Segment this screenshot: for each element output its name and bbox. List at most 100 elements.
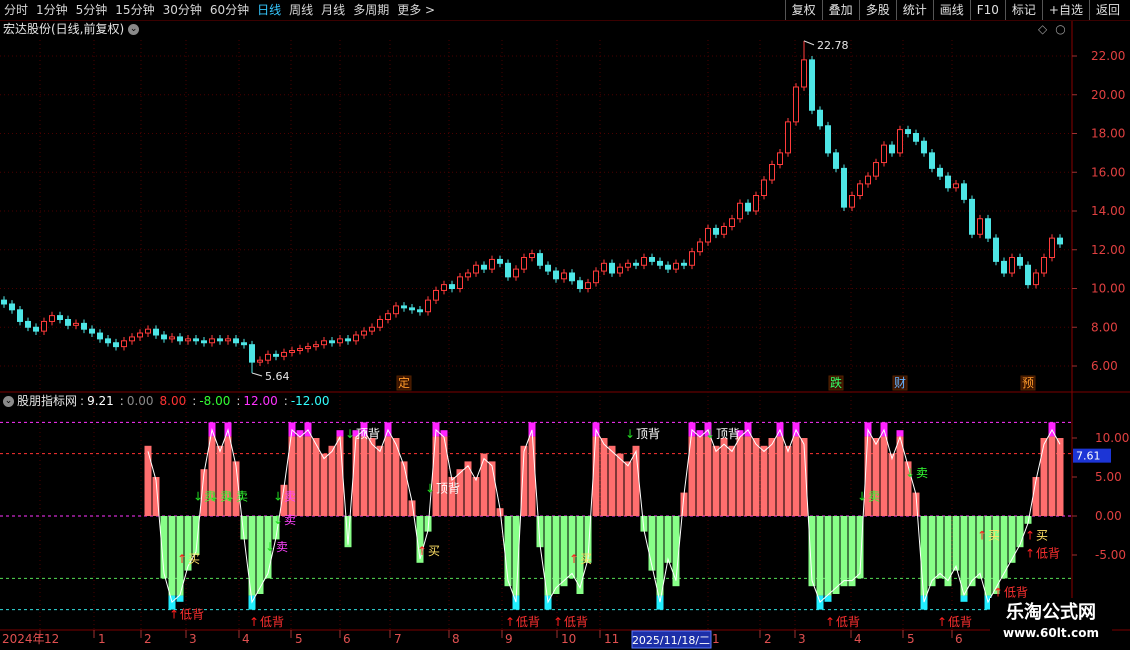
candle[interactable] [929,152,935,169]
chevron-circle-icon[interactable]: ⌄ [128,24,140,35]
candle[interactable] [169,336,175,340]
candle[interactable] [57,315,63,320]
candle[interactable] [265,353,271,361]
candle[interactable] [433,289,439,301]
candle[interactable] [505,262,511,278]
candle[interactable] [801,59,807,88]
candle[interactable] [1009,257,1015,274]
candle[interactable] [825,125,831,154]
candle[interactable] [849,195,855,208]
candle[interactable] [33,326,39,332]
candle[interactable] [625,262,631,268]
candle[interactable] [377,319,383,328]
candle[interactable] [289,350,295,353]
candle[interactable] [185,338,191,342]
candle[interactable] [609,262,615,274]
candle[interactable] [441,284,447,291]
candle[interactable] [425,299,431,313]
candle[interactable] [985,218,991,239]
tab-60min[interactable]: 60分钟 [210,0,249,20]
candle[interactable] [489,258,495,270]
candle[interactable] [617,266,623,274]
candle[interactable] [545,264,551,272]
candle[interactable] [297,348,303,351]
candle[interactable] [1001,260,1007,274]
tab-15min[interactable]: 15分钟 [115,0,154,20]
candle[interactable] [73,322,79,326]
tab-intraday[interactable]: 分时 [4,0,28,20]
tab-more[interactable]: 更多 > [397,0,435,20]
candle[interactable] [1057,237,1063,245]
candle[interactable] [593,270,599,284]
candle[interactable] [449,284,455,289]
candle[interactable] [833,152,839,169]
candle[interactable] [81,322,87,330]
candle[interactable] [537,253,543,266]
candle[interactable] [841,167,847,208]
candle[interactable] [553,270,559,280]
candle[interactable] [889,144,895,154]
candle[interactable] [1041,257,1047,274]
candle[interactable] [513,268,519,278]
draw-line-button[interactable]: 画线 [932,0,970,20]
candle[interactable] [345,338,351,342]
overlay-button[interactable]: 叠加 [821,0,859,20]
candle[interactable] [729,218,735,227]
candle[interactable] [473,264,479,274]
candle[interactable] [969,198,975,235]
tab-1min[interactable]: 1分钟 [36,0,68,20]
candle[interactable] [737,202,743,220]
candle[interactable] [657,260,663,266]
candle[interactable] [937,167,943,177]
back-button[interactable]: 返回 [1088,0,1126,20]
candle[interactable] [1,299,7,305]
candle[interactable] [305,346,311,350]
candle[interactable] [481,264,487,270]
add-watchlist-button[interactable]: +自选 [1041,0,1089,20]
candle[interactable] [337,338,343,344]
candle[interactable] [649,257,655,262]
candle[interactable] [129,336,135,342]
candle[interactable] [193,338,199,342]
tab-multi-period[interactable]: 多周期 [353,0,389,20]
candle[interactable] [713,227,719,235]
candle[interactable] [577,280,583,289]
candle[interactable] [1025,264,1031,286]
candle[interactable] [905,129,911,134]
candle[interactable] [961,183,967,200]
candle[interactable] [721,226,727,235]
candle[interactable] [121,340,127,348]
candle[interactable] [705,227,711,243]
candle[interactable] [257,359,263,363]
multi-stock-button[interactable]: 多股 [858,0,896,20]
candle[interactable] [329,340,335,344]
candle[interactable] [897,129,903,154]
candle[interactable] [585,282,591,289]
diamond-icon[interactable]: ◇ [1038,22,1047,36]
candle[interactable] [569,272,575,282]
candle[interactable] [201,340,207,344]
candle[interactable] [249,344,255,363]
candle[interactable] [145,328,151,334]
candle[interactable] [9,303,15,311]
candle[interactable] [601,262,607,272]
candle[interactable] [41,320,47,332]
candle[interactable] [313,344,319,348]
candle[interactable] [137,332,143,338]
candle[interactable] [865,175,871,185]
candle[interactable] [393,305,399,315]
candle[interactable] [817,109,823,127]
candle[interactable] [281,351,287,357]
candle[interactable] [233,338,239,344]
candle[interactable] [809,59,815,111]
candle[interactable] [209,338,215,344]
candle[interactable] [665,264,671,270]
candle[interactable] [1049,237,1055,258]
candle[interactable] [953,183,959,189]
f10-button[interactable]: F10 [969,0,1005,20]
candle[interactable] [873,162,879,177]
candle[interactable] [761,179,767,196]
candle[interactable] [881,144,887,164]
candle[interactable] [369,326,375,332]
candle[interactable] [225,338,231,342]
